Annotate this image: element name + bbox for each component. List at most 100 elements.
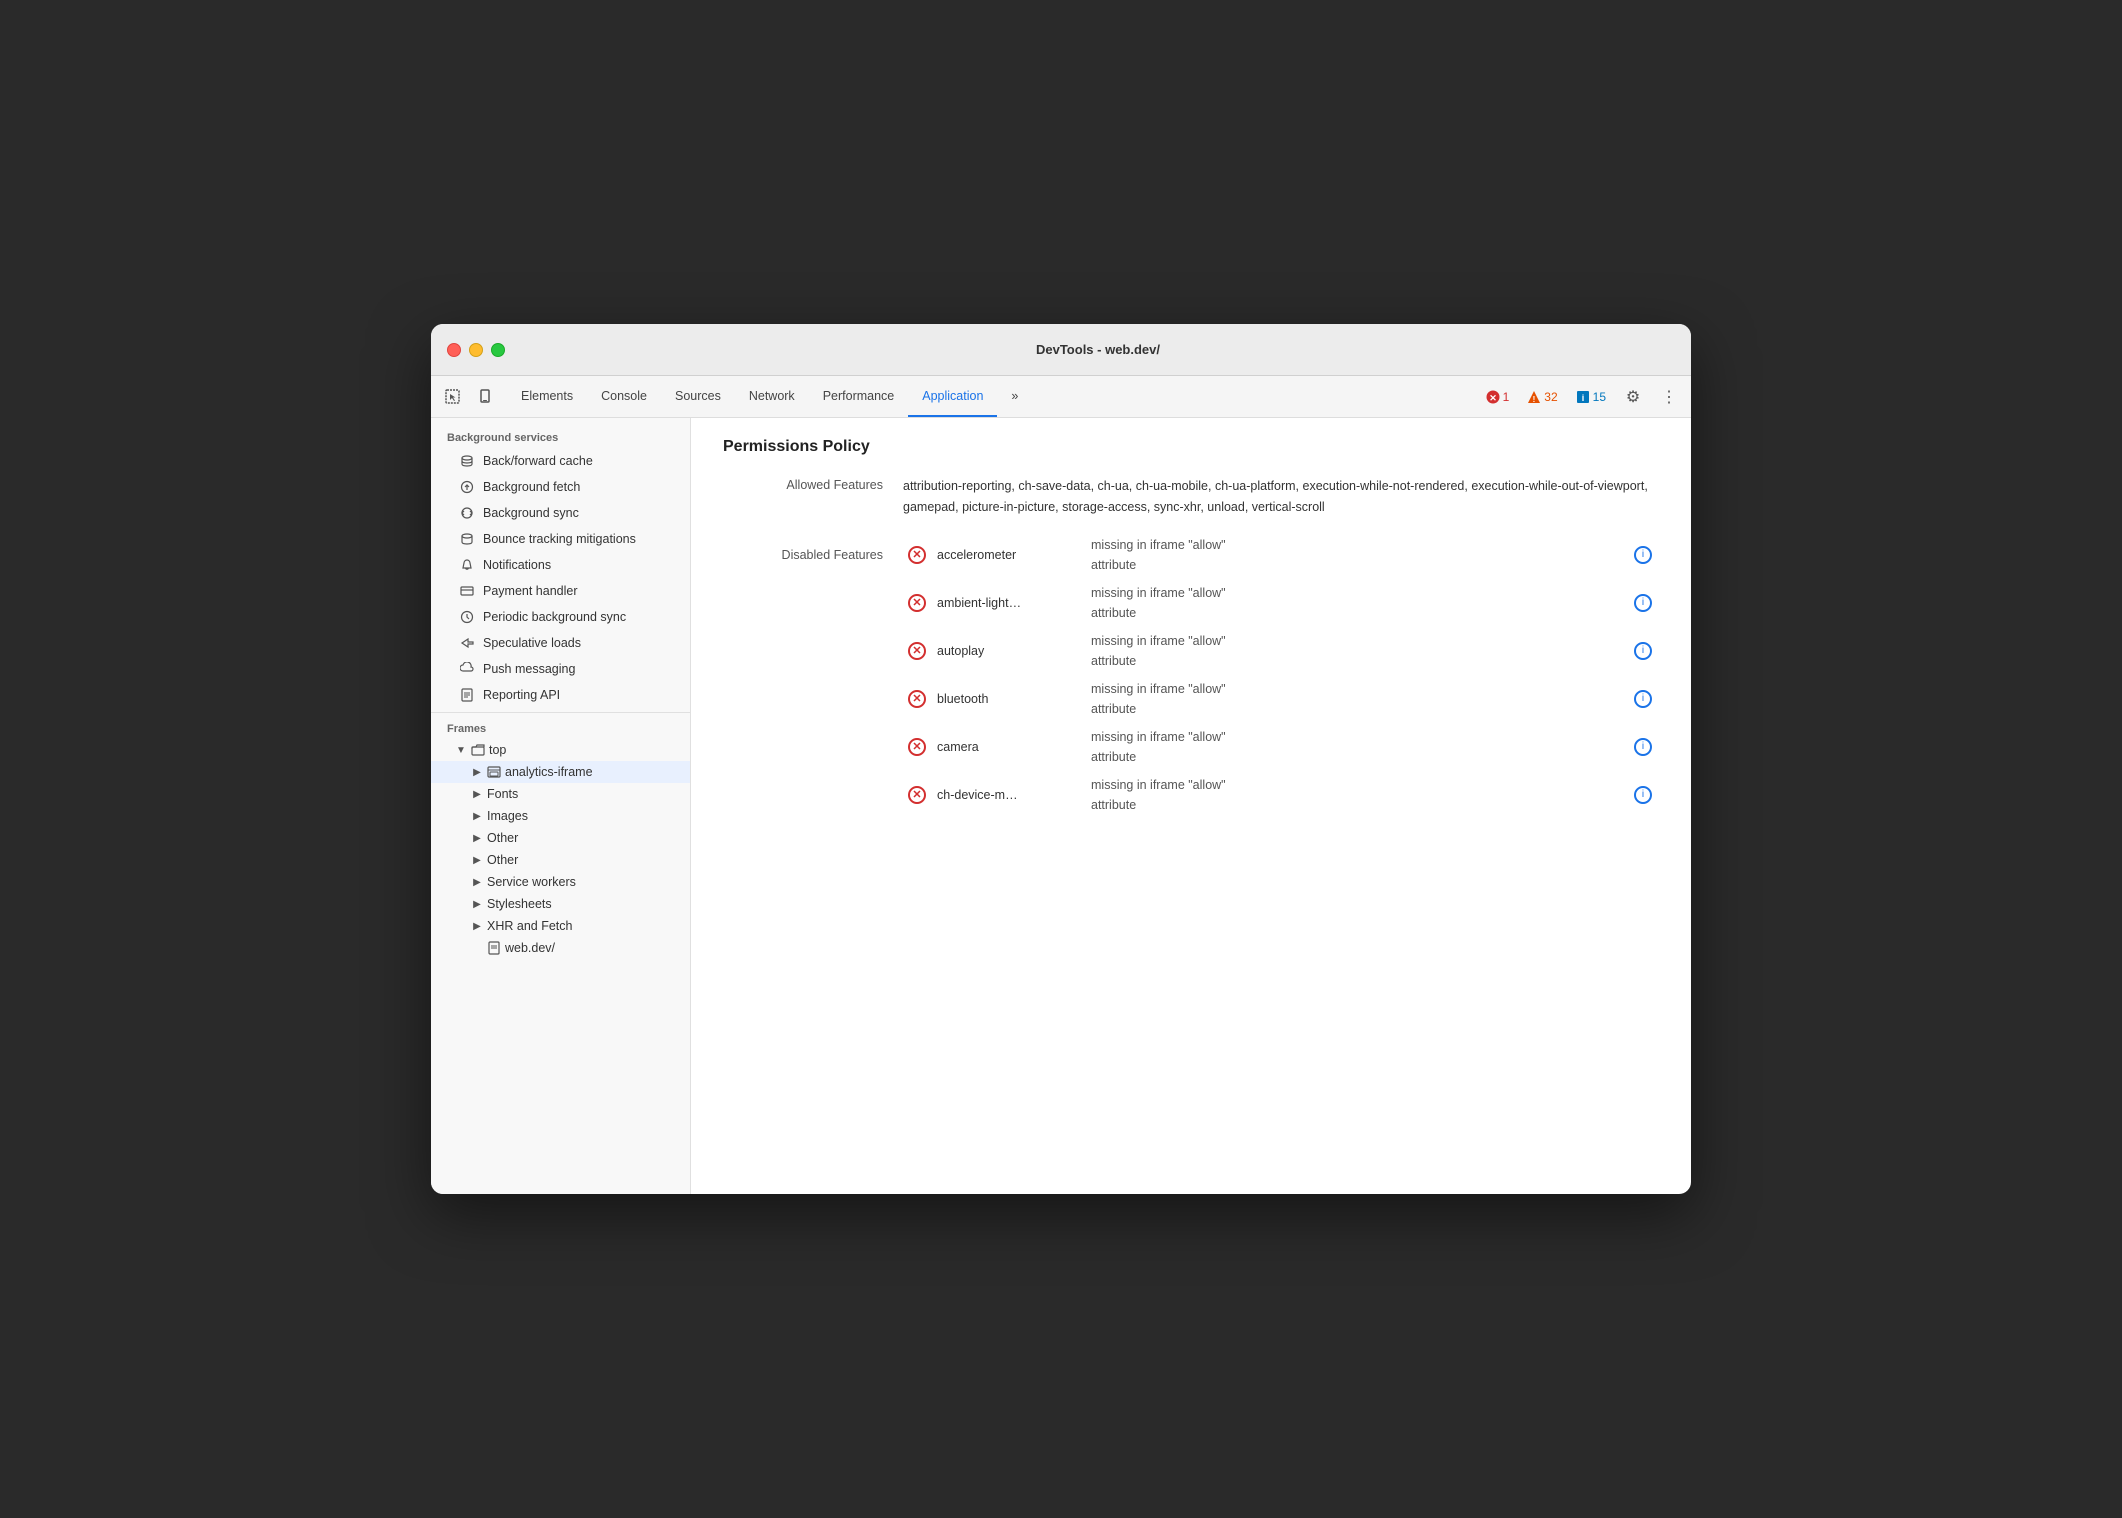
close-button[interactable] (447, 343, 461, 357)
minimize-button[interactable] (469, 343, 483, 357)
tab-elements[interactable]: Elements (507, 376, 587, 417)
disabled-feature-name: accelerometer (931, 548, 1091, 562)
bounce-tracking-label: Bounce tracking mitigations (483, 532, 636, 546)
background-services-header: Background services (431, 426, 690, 448)
speculative-loads-label: Speculative loads (483, 636, 581, 650)
sidebar-item-background-fetch[interactable]: Background fetch (431, 474, 690, 500)
sidebar-tree-other-1[interactable]: ▶ Other (431, 827, 690, 849)
xhr-label: XHR and Fetch (487, 919, 572, 933)
disabled-feature-info-link[interactable]: i (1627, 738, 1659, 756)
info-circle-icon[interactable]: i (1634, 642, 1652, 660)
disabled-feature-name: bluetooth (931, 692, 1091, 706)
disabled-feature-name: camera (931, 740, 1091, 754)
more-options-button[interactable]: ⋮ (1655, 383, 1683, 411)
sidebar-item-push-messaging[interactable]: Push messaging (431, 656, 690, 682)
error-icon-col: ✕ (903, 642, 931, 660)
bell-icon (459, 557, 475, 573)
section-title: Permissions Policy (723, 438, 1659, 456)
disabled-feature-error-icon: ✕ (908, 642, 926, 660)
tab-console[interactable]: Console (587, 376, 661, 417)
doc-icon (459, 687, 475, 703)
sidebar-tree-stylesheets[interactable]: ▶ Stylesheets (431, 893, 690, 915)
service-workers-label: Service workers (487, 875, 576, 889)
webdev-label: web.dev/ (505, 941, 555, 955)
sidebar-tree-service-workers[interactable]: ▶ Service workers (431, 871, 690, 893)
sidebar-tree-webdev[interactable]: web.dev/ (431, 937, 690, 959)
sidebar-item-speculative-loads[interactable]: Speculative loads (431, 630, 690, 656)
maximize-button[interactable] (491, 343, 505, 357)
disabled-feature-desc: missing in iframe "allow"attribute (1091, 535, 1627, 575)
info-badge: i 15 (1571, 388, 1611, 406)
tab-application[interactable]: Application (908, 376, 997, 417)
info-circle-icon[interactable]: i (1634, 546, 1652, 564)
disabled-feature-info-link[interactable]: i (1627, 594, 1659, 612)
top-label: top (489, 743, 506, 757)
fonts-label: Fonts (487, 787, 518, 801)
window-title: DevTools - web.dev/ (521, 342, 1675, 357)
sidebar-item-payment-handler[interactable]: Payment handler (431, 578, 690, 604)
policy-table: Allowed Features attribution-reporting, … (723, 476, 1659, 815)
device-toolbar-button[interactable] (471, 383, 499, 411)
svg-text:!: ! (1533, 395, 1536, 404)
sidebar-divider (431, 712, 690, 713)
clock-icon (459, 609, 475, 625)
info-circle-icon[interactable]: i (1634, 690, 1652, 708)
disabled-feature-info-link[interactable]: i (1627, 642, 1659, 660)
sidebar-tree-top[interactable]: ▼ top (431, 739, 690, 761)
background-fetch-label: Background fetch (483, 480, 580, 494)
disabled-feature-info-link[interactable]: i (1627, 546, 1659, 564)
sidebar-item-notifications[interactable]: Notifications (431, 552, 690, 578)
disabled-feature-desc: missing in iframe "allow"attribute (1091, 727, 1627, 767)
tab-performance[interactable]: Performance (809, 376, 909, 417)
disabled-feature-error-icon: ✕ (908, 738, 926, 756)
info-count: 15 (1593, 390, 1606, 404)
tab-sources[interactable]: Sources (661, 376, 735, 417)
inspect-element-button[interactable] (439, 383, 467, 411)
payment-handler-label: Payment handler (483, 584, 578, 598)
tab-network[interactable]: Network (735, 376, 809, 417)
sync-icon (459, 505, 475, 521)
disabled-feature-error-icon: ✕ (908, 546, 926, 564)
analytics-iframe-label: analytics-iframe (505, 765, 593, 779)
other1-arrow: ▶ (471, 832, 483, 844)
info-circle-icon[interactable]: i (1634, 786, 1652, 804)
settings-button[interactable]: ⚙ (1619, 383, 1647, 411)
arrow-icon (459, 635, 475, 651)
sidebar-item-reporting-api[interactable]: Reporting API (431, 682, 690, 708)
db2-icon (459, 531, 475, 547)
db-icon (459, 453, 475, 469)
phone-icon (477, 389, 493, 405)
sidebar-item-back-forward-cache[interactable]: Back/forward cache (431, 448, 690, 474)
webdev-doc-icon (487, 941, 501, 955)
cursor-icon (445, 389, 461, 405)
error-icon-col: ✕ (903, 690, 931, 708)
other2-label: Other (487, 853, 518, 867)
sidebar-item-bounce-tracking[interactable]: Bounce tracking mitigations (431, 526, 690, 552)
sidebar-tree-xhr[interactable]: ▶ XHR and Fetch (431, 915, 690, 937)
disabled-feature-name: ch-device-m… (931, 788, 1091, 802)
disabled-feature-info-link[interactable]: i (1627, 786, 1659, 804)
disabled-feature-desc: missing in iframe "allow"attribute (1091, 775, 1627, 815)
ss-arrow: ▶ (471, 898, 483, 910)
disabled-feature-row: ✕ambient-light…missing in iframe "allow"… (723, 583, 1659, 623)
info-circle-icon[interactable]: i (1634, 594, 1652, 612)
info-circle-icon[interactable]: i (1634, 738, 1652, 756)
sidebar-tree-fonts[interactable]: ▶ Fonts (431, 783, 690, 805)
disabled-feature-info-link[interactable]: i (1627, 690, 1659, 708)
disabled-feature-error-icon: ✕ (908, 786, 926, 804)
toolbar-left (439, 376, 499, 417)
allowed-features-value: attribution-reporting, ch-save-data, ch-… (903, 476, 1659, 519)
sw-arrow: ▶ (471, 876, 483, 888)
xhr-arrow: ▶ (471, 920, 483, 932)
warning-icon: ! (1527, 390, 1541, 404)
sidebar-item-background-sync[interactable]: Background sync (431, 500, 690, 526)
sidebar-tree-images[interactable]: ▶ Images (431, 805, 690, 827)
sidebar-item-periodic-bg-sync[interactable]: Periodic background sync (431, 604, 690, 630)
sidebar-tree-other-2[interactable]: ▶ Other (431, 849, 690, 871)
sidebar-tree-analytics-iframe[interactable]: ▶ analytics-iframe (431, 761, 690, 783)
disabled-feature-desc: missing in iframe "allow"attribute (1091, 583, 1627, 623)
error-icon-col: ✕ (903, 786, 931, 804)
tab-more[interactable]: » (997, 376, 1032, 417)
cloud-icon (459, 661, 475, 677)
toolbar-right: ✕ 1 ! 32 i 15 ⚙ ⋮ (1481, 376, 1683, 417)
